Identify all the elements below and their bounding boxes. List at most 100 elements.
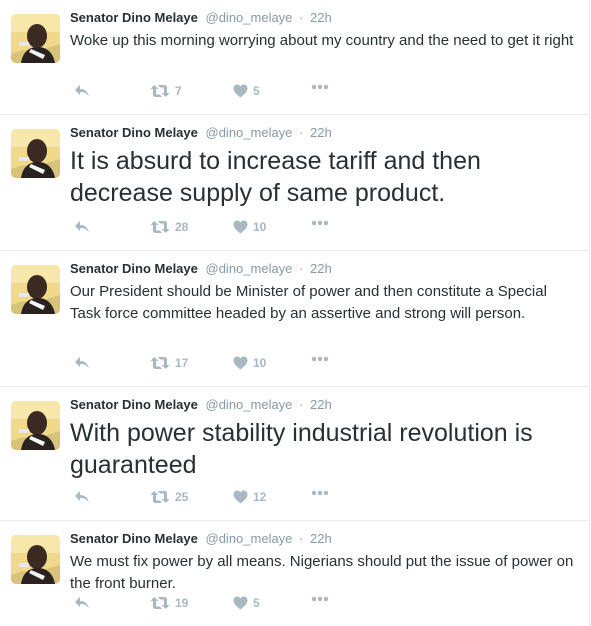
author-handle[interactable]: @dino_melaye	[206, 397, 293, 412]
tweet-actions: 7 5	[0, 84, 589, 102]
tweet-content: Senator Dino Melaye @dino_melaye · 22h O…	[70, 260, 577, 325]
tweet-timestamp[interactable]: 22h	[310, 397, 332, 412]
reply-icon	[75, 357, 89, 369]
avatar[interactable]	[11, 535, 60, 584]
reply-button[interactable]	[74, 356, 90, 370]
like-count: 5	[253, 84, 260, 98]
like-button[interactable]: 10	[233, 356, 266, 370]
reply-button[interactable]	[74, 220, 90, 234]
avatar[interactable]	[11, 129, 60, 178]
tweet-actions: 17 10	[0, 356, 589, 374]
author-handle[interactable]: @dino_melaye	[206, 10, 293, 25]
avatar[interactable]	[11, 14, 60, 63]
author-name[interactable]: Senator Dino Melaye	[70, 397, 198, 412]
retweet-button[interactable]: 25	[150, 490, 188, 504]
tweet-content: Senator Dino Melaye @dino_melaye · 22h I…	[70, 124, 577, 209]
retweet-icon	[150, 491, 170, 503]
retweet-button[interactable]: 17	[150, 356, 188, 370]
retweet-count: 28	[175, 220, 189, 234]
tweet-content: Senator Dino Melaye @dino_melaye · 22h W…	[70, 530, 577, 595]
tweet-actions: 19 5	[0, 596, 589, 614]
tweet-content: Senator Dino Melaye @dino_melaye · 22h W…	[70, 396, 577, 481]
heart-icon	[233, 220, 248, 234]
tweet-header: Senator Dino Melaye @dino_melaye · 22h	[70, 260, 577, 278]
heart-icon	[233, 84, 248, 98]
header-separator: ·	[299, 531, 304, 546]
tweet-actions: 25 12	[0, 490, 589, 508]
retweet-count: 19	[175, 596, 189, 610]
retweet-count: 25	[175, 490, 189, 504]
reply-icon	[75, 597, 89, 609]
tweet-actions: 28 10	[0, 220, 589, 238]
retweet-button[interactable]: 28	[150, 220, 188, 234]
tweet-header: Senator Dino Melaye @dino_melaye · 22h	[70, 530, 577, 548]
heart-icon	[233, 596, 248, 610]
reply-icon	[75, 491, 89, 503]
more-dots-icon	[311, 356, 329, 362]
reply-button[interactable]	[74, 490, 90, 504]
like-count: 12	[253, 490, 267, 504]
author-name[interactable]: Senator Dino Melaye	[70, 125, 198, 140]
retweet-button[interactable]: 7	[150, 84, 182, 98]
retweet-count: 7	[175, 84, 182, 98]
more-button[interactable]	[311, 220, 329, 226]
like-count: 10	[253, 220, 267, 234]
header-separator: ·	[299, 261, 304, 276]
more-dots-icon	[311, 220, 329, 226]
more-button[interactable]	[311, 490, 329, 496]
avatar[interactable]	[11, 401, 60, 450]
like-button[interactable]: 5	[233, 84, 260, 98]
tweet-timestamp[interactable]: 22h	[310, 531, 332, 546]
tweet[interactable]: Senator Dino Melaye @dino_melaye · 22h I…	[0, 115, 589, 251]
tweet-text: With power stability industrial revoluti…	[70, 419, 533, 479]
tweet[interactable]: Senator Dino Melaye @dino_melaye · 22h W…	[0, 521, 589, 626]
avatar[interactable]	[11, 265, 60, 314]
tweet-text: Our President should be Minister of powe…	[70, 283, 547, 322]
author-name[interactable]: Senator Dino Melaye	[70, 10, 198, 25]
tweet-header: Senator Dino Melaye @dino_melaye · 22h	[70, 9, 577, 27]
retweet-icon	[150, 221, 170, 233]
tweet-header: Senator Dino Melaye @dino_melaye · 22h	[70, 396, 577, 414]
more-button[interactable]	[311, 84, 329, 90]
like-button[interactable]: 10	[233, 220, 266, 234]
author-handle[interactable]: @dino_melaye	[206, 531, 293, 546]
more-dots-icon	[311, 84, 329, 90]
tweet-header: Senator Dino Melaye @dino_melaye · 22h	[70, 124, 577, 142]
author-name[interactable]: Senator Dino Melaye	[70, 531, 198, 546]
header-separator: ·	[299, 397, 304, 412]
more-dots-icon	[311, 490, 329, 496]
heart-icon	[233, 356, 248, 370]
tweet-timestamp[interactable]: 22h	[310, 125, 332, 140]
header-separator: ·	[299, 10, 304, 25]
author-handle[interactable]: @dino_melaye	[206, 125, 293, 140]
tweet-timestamp[interactable]: 22h	[310, 10, 332, 25]
reply-button[interactable]	[74, 596, 90, 610]
more-button[interactable]	[311, 356, 329, 362]
tweet[interactable]: Senator Dino Melaye @dino_melaye · 22h O…	[0, 251, 589, 387]
reply-icon	[75, 221, 89, 233]
more-dots-icon	[311, 596, 329, 602]
tweet-text: It is absurd to increase tariff and then…	[70, 147, 481, 207]
tweet-text: Woke up this morning worrying about my c…	[70, 32, 574, 49]
tweet-feed: Senator Dino Melaye @dino_melaye · 22h W…	[0, 0, 590, 626]
tweet[interactable]: Senator Dino Melaye @dino_melaye · 22h W…	[0, 0, 589, 115]
retweet-count: 17	[175, 356, 189, 370]
like-count: 10	[253, 356, 267, 370]
retweet-button[interactable]: 19	[150, 596, 188, 610]
tweet-timestamp[interactable]: 22h	[310, 261, 332, 276]
tweet-content: Senator Dino Melaye @dino_melaye · 22h W…	[70, 9, 577, 52]
more-button[interactable]	[311, 596, 329, 602]
author-handle[interactable]: @dino_melaye	[206, 261, 293, 276]
like-count: 5	[253, 596, 260, 610]
retweet-icon	[150, 597, 170, 609]
like-button[interactable]: 12	[233, 490, 266, 504]
retweet-icon	[150, 85, 170, 97]
reply-button[interactable]	[74, 84, 90, 98]
header-separator: ·	[299, 125, 304, 140]
tweet-text: We must fix power by all means. Nigerian…	[70, 553, 574, 592]
reply-icon	[75, 85, 89, 97]
author-name[interactable]: Senator Dino Melaye	[70, 261, 198, 276]
tweet[interactable]: Senator Dino Melaye @dino_melaye · 22h W…	[0, 387, 589, 521]
heart-icon	[233, 490, 248, 504]
like-button[interactable]: 5	[233, 596, 260, 610]
